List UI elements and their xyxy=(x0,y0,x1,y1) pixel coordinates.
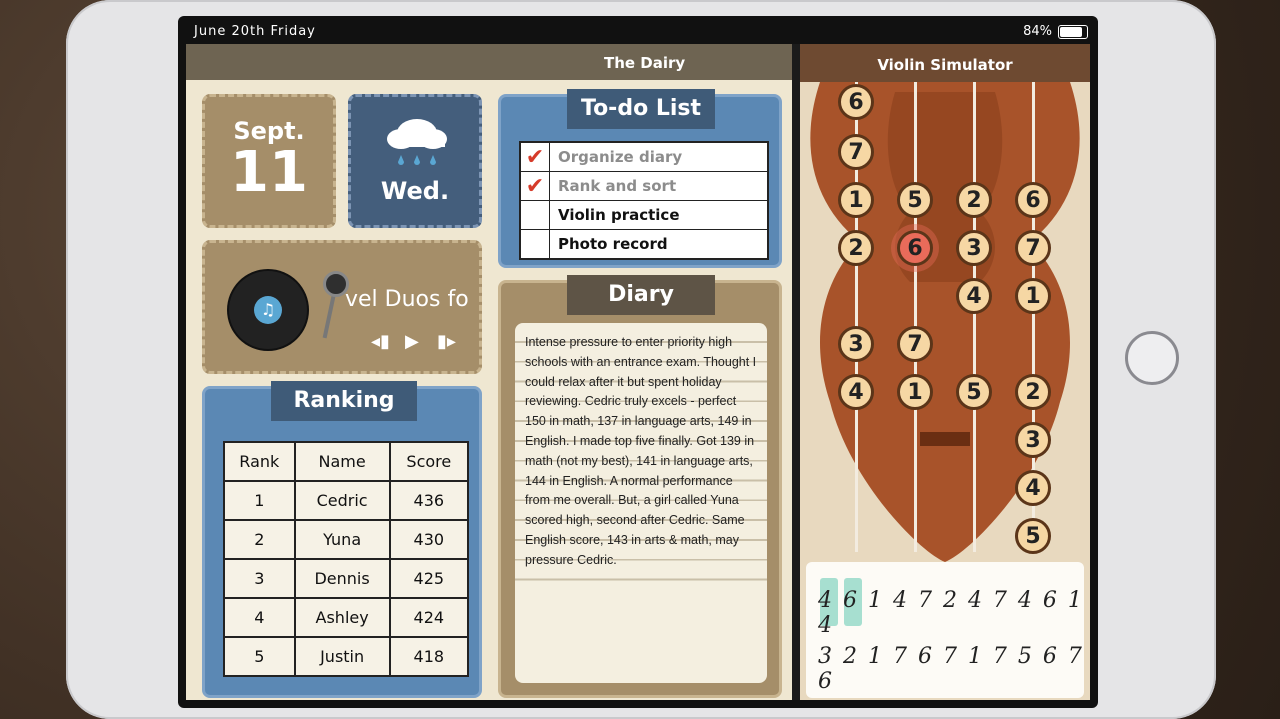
rank-cell: 4 xyxy=(223,597,296,638)
note-button[interactable]: 5 xyxy=(1015,518,1051,554)
note-button[interactable]: 7 xyxy=(897,326,933,362)
todo-title: To-do List xyxy=(567,89,715,129)
note-button[interactable]: 2 xyxy=(1015,374,1051,410)
violin-app-title: Violin Simulator xyxy=(877,56,1013,74)
battery-icon xyxy=(1058,24,1088,39)
todo-item-label: Photo record xyxy=(558,235,668,253)
score-cell: 425 xyxy=(388,558,470,599)
note-button[interactable]: 4 xyxy=(838,374,874,410)
note-button[interactable]: 1 xyxy=(1015,278,1051,314)
music-note-icon: ♫ xyxy=(254,296,282,324)
column-header-name: Name xyxy=(293,441,391,482)
ranking-title: Ranking xyxy=(271,381,417,421)
sheet-row-2: 3 2 1 7 6 7 1 7 5 6 7 6 xyxy=(818,644,1084,694)
rank-cell: 3 xyxy=(223,558,296,599)
todo-item-label: Organize diary xyxy=(558,148,683,166)
name-cell: Justin xyxy=(293,636,391,677)
checkmark-icon[interactable]: ✔ xyxy=(521,172,550,200)
checkmark-icon[interactable]: ✔ xyxy=(521,143,550,171)
song-title: vel Duos fo xyxy=(345,287,469,312)
note-button[interactable]: 6 xyxy=(838,84,874,120)
name-cell: Ashley xyxy=(293,597,391,638)
name-cell: Dennis xyxy=(293,558,391,599)
diary-title: Diary xyxy=(567,275,715,315)
next-track-button[interactable]: ▮▸ xyxy=(437,331,456,352)
violin-app: Violin Simulator 6 7 1 2 3 4 5 6 7 1 2 3 4 5 6 7 1 2 3 4 5 4… xyxy=(800,44,1090,700)
table-row: 3 Dennis 425 xyxy=(223,558,470,599)
diary-text: Intense pressure to enter priority high … xyxy=(515,323,767,581)
todo-item[interactable]: Violin practice xyxy=(521,201,767,230)
empty-checkbox[interactable] xyxy=(521,230,550,258)
rank-cell: 1 xyxy=(223,480,296,521)
todo-card: To-do List ✔ Organize diary ✔ Rank and s… xyxy=(498,89,782,268)
todo-item[interactable]: ✔ Organize diary xyxy=(521,143,767,172)
split-divider[interactable] xyxy=(792,44,800,700)
rain-cloud-icon xyxy=(387,119,447,165)
battery-percent: 84% xyxy=(1023,24,1052,39)
note-button[interactable]: 5 xyxy=(897,182,933,218)
date-day: 11 xyxy=(230,140,308,205)
battery-indicator: 84% xyxy=(1023,24,1088,39)
note-button[interactable]: 1 xyxy=(838,182,874,218)
todo-item-label: Violin practice xyxy=(558,206,680,224)
sheet-music: 4 6 1 4 7 2 4 7 4 6 1 4 3 2 1 7 6 7 1 7 … xyxy=(806,562,1084,698)
table-row: 4 Ashley 424 xyxy=(223,597,470,638)
table-row: 1 Cedric 436 xyxy=(223,480,470,521)
note-button[interactable]: 2 xyxy=(956,182,992,218)
note-button[interactable]: 6 xyxy=(1015,182,1051,218)
todo-item-label: Rank and sort xyxy=(558,177,677,195)
ranking-table: Rank Name Score 1 Cedric 436 2 Yuna 430 3 Den… xyxy=(223,441,470,677)
music-player-card: ♫ vel Duos fo ◂▮ ▶ ▮▸ xyxy=(202,240,482,374)
note-button[interactable]: 7 xyxy=(1015,230,1051,266)
diary-page: Intense pressure to enter priority high … xyxy=(515,323,767,683)
violin-app-header: Violin Simulator xyxy=(800,44,1090,82)
diary-app-title: The Dairy xyxy=(604,54,686,72)
score-cell: 424 xyxy=(388,597,470,638)
score-cell: 430 xyxy=(388,519,470,560)
diary-app: The Dairy Sept. 11 Wed. ♫ vel Duos fo ◂▮ xyxy=(186,44,792,700)
diary-app-header: The Dairy xyxy=(186,44,792,80)
note-button[interactable]: 3 xyxy=(1015,422,1051,458)
column-header-rank: Rank xyxy=(223,441,296,482)
note-button[interactable]: 2 xyxy=(838,230,874,266)
status-date: June 20th Friday xyxy=(194,24,316,39)
note-button[interactable]: 3 xyxy=(838,326,874,362)
tablet-screen: June 20th Friday 84% The Dairy Sept. 11 xyxy=(178,16,1098,708)
sheet-row-1: 4 6 1 4 7 2 4 7 4 6 1 4 xyxy=(818,588,1084,638)
todo-item[interactable]: ✔ Rank and sort xyxy=(521,172,767,201)
rank-cell: 2 xyxy=(223,519,296,560)
score-cell: 436 xyxy=(388,480,470,521)
name-cell: Yuna xyxy=(293,519,391,560)
note-button[interactable]: 3 xyxy=(956,230,992,266)
play-button[interactable]: ▶ xyxy=(405,331,419,352)
name-cell: Cedric xyxy=(293,480,391,521)
vinyl-record-icon: ♫ xyxy=(229,271,307,349)
rank-cell: 5 xyxy=(223,636,296,677)
note-button[interactable]: 5 xyxy=(956,374,992,410)
note-button[interactable]: 4 xyxy=(956,278,992,314)
weather-card: Wed. xyxy=(348,94,482,228)
todo-list: ✔ Organize diary ✔ Rank and sort Violin … xyxy=(519,141,769,260)
note-button[interactable]: 1 xyxy=(897,374,933,410)
date-card: Sept. 11 xyxy=(202,94,336,228)
violin-body: 6 7 1 2 3 4 5 6 7 1 2 3 4 5 6 7 1 2 3 4 5 xyxy=(800,82,1090,562)
table-row: 5 Justin 418 xyxy=(223,636,470,677)
ranking-card: Ranking Rank Name Score 1 Cedric 436 2 Yuna… xyxy=(202,381,482,698)
note-button[interactable]: 7 xyxy=(838,134,874,170)
weekday-label: Wed. xyxy=(380,177,450,205)
diary-card: Diary Intense pressure to enter priority… xyxy=(498,275,782,698)
home-button[interactable] xyxy=(1125,331,1179,385)
previous-track-button[interactable]: ◂▮ xyxy=(371,331,390,352)
todo-item[interactable]: Photo record xyxy=(521,230,767,258)
empty-checkbox[interactable] xyxy=(521,201,550,229)
table-row: 2 Yuna 430 xyxy=(223,519,470,560)
column-header-score: Score xyxy=(388,441,470,482)
note-button[interactable]: 4 xyxy=(1015,470,1051,506)
note-button[interactable]: 6 xyxy=(897,230,933,266)
score-cell: 418 xyxy=(388,636,470,677)
status-bar: June 20th Friday 84% xyxy=(178,16,1098,44)
